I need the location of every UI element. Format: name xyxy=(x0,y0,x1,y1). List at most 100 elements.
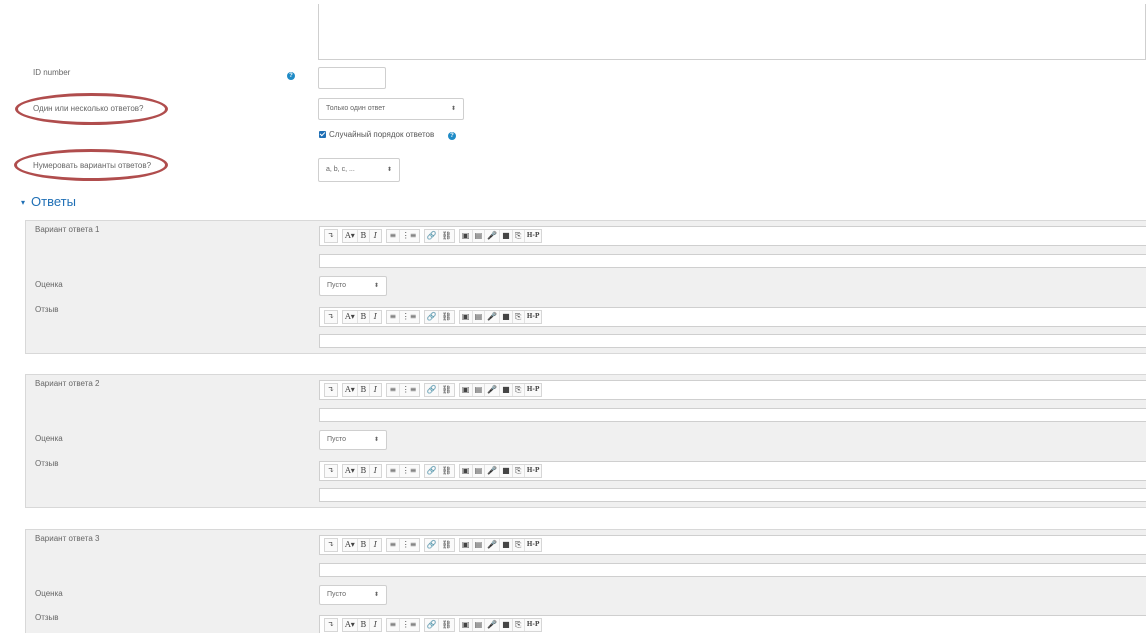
collapse-icon[interactable]: ↴ xyxy=(325,230,337,242)
media-icon[interactable]: ▤ xyxy=(471,311,485,323)
link-icon[interactable]: 🔗 xyxy=(425,384,439,396)
collapse-icon[interactable]: ↴ xyxy=(325,539,337,551)
collapse-icon[interactable]: ↴ xyxy=(325,384,337,396)
description-textarea[interactable] xyxy=(318,4,1146,60)
image-icon[interactable]: ▣ xyxy=(460,465,472,477)
h5p-icon[interactable]: H-P xyxy=(523,230,542,242)
manage-files-icon[interactable]: ⎘ xyxy=(511,465,524,477)
font-style-icon[interactable]: A▾ xyxy=(343,619,357,631)
feedback-editor[interactable] xyxy=(319,488,1146,502)
collapse-icon[interactable]: ↴ xyxy=(325,465,337,477)
answer-editor[interactable] xyxy=(319,408,1146,422)
h5p-icon[interactable]: H-P xyxy=(523,465,542,477)
video-icon[interactable]: ■ xyxy=(499,384,512,396)
id-number-input[interactable] xyxy=(318,67,386,89)
italic-icon[interactable]: I xyxy=(368,311,381,323)
microphone-icon[interactable]: 🎤 xyxy=(484,619,499,631)
font-style-icon[interactable]: A▾ xyxy=(343,465,357,477)
answer-editor[interactable] xyxy=(319,254,1146,268)
manage-files-icon[interactable]: ⎘ xyxy=(511,539,524,551)
link-icon[interactable]: 🔗 xyxy=(425,230,439,242)
image-icon[interactable]: ▣ xyxy=(460,311,472,323)
grade-select[interactable]: Пусто ⬍ xyxy=(319,430,387,450)
unordered-list-icon[interactable]: ≡ xyxy=(387,619,399,631)
video-icon[interactable]: ■ xyxy=(499,230,512,242)
microphone-icon[interactable]: 🎤 xyxy=(484,465,499,477)
manage-files-icon[interactable]: ⎘ xyxy=(511,619,524,631)
chevron-down-icon[interactable]: ▾ xyxy=(21,198,25,207)
font-style-icon[interactable]: A▾ xyxy=(343,311,357,323)
video-icon[interactable]: ■ xyxy=(499,619,512,631)
font-style-icon[interactable]: A▾ xyxy=(343,384,357,396)
single-answer-select[interactable]: Только один ответ ⬍ xyxy=(318,98,464,120)
image-icon[interactable]: ▣ xyxy=(460,230,472,242)
unlink-icon[interactable]: ⛓ xyxy=(438,384,453,396)
ordered-list-icon[interactable]: ⋮≡ xyxy=(398,384,419,396)
unordered-list-icon[interactable]: ≡ xyxy=(387,384,399,396)
manage-files-icon[interactable]: ⎘ xyxy=(511,384,524,396)
italic-icon[interactable]: I xyxy=(368,539,381,551)
feedback-editor[interactable] xyxy=(319,334,1146,348)
microphone-icon[interactable]: 🎤 xyxy=(484,230,499,242)
manage-files-icon[interactable]: ⎘ xyxy=(511,311,524,323)
bold-icon[interactable]: B xyxy=(356,619,369,631)
microphone-icon[interactable]: 🎤 xyxy=(484,384,499,396)
font-style-icon[interactable]: A▾ xyxy=(343,230,357,242)
media-icon[interactable]: ▤ xyxy=(471,384,485,396)
bold-icon[interactable]: B xyxy=(356,465,369,477)
unordered-list-icon[interactable]: ≡ xyxy=(387,230,399,242)
unlink-icon[interactable]: ⛓ xyxy=(438,230,453,242)
help-icon[interactable]: ? xyxy=(287,72,295,80)
numbering-select[interactable]: a, b, c, ... ⬍ xyxy=(318,158,400,182)
bold-icon[interactable]: B xyxy=(356,230,369,242)
video-icon[interactable]: ■ xyxy=(499,311,512,323)
unordered-list-icon[interactable]: ≡ xyxy=(387,465,399,477)
image-icon[interactable]: ▣ xyxy=(460,539,472,551)
video-icon[interactable]: ■ xyxy=(499,539,512,551)
image-icon[interactable]: ▣ xyxy=(460,384,472,396)
media-icon[interactable]: ▤ xyxy=(471,539,485,551)
font-style-icon[interactable]: A▾ xyxy=(343,539,357,551)
media-icon[interactable]: ▤ xyxy=(471,619,485,631)
ordered-list-icon[interactable]: ⋮≡ xyxy=(398,230,419,242)
italic-icon[interactable]: I xyxy=(368,384,381,396)
link-icon[interactable]: 🔗 xyxy=(425,619,439,631)
unordered-list-icon[interactable]: ≡ xyxy=(387,539,399,551)
collapse-icon[interactable]: ↴ xyxy=(325,619,337,631)
collapse-icon[interactable]: ↴ xyxy=(325,311,337,323)
ordered-list-icon[interactable]: ⋮≡ xyxy=(398,311,419,323)
media-icon[interactable]: ▤ xyxy=(471,230,485,242)
h5p-icon[interactable]: H-P xyxy=(523,384,542,396)
unlink-icon[interactable]: ⛓ xyxy=(438,311,453,323)
h5p-icon[interactable]: H-P xyxy=(523,539,542,551)
unordered-list-icon[interactable]: ≡ xyxy=(387,311,399,323)
microphone-icon[interactable]: 🎤 xyxy=(484,311,499,323)
section-title[interactable]: Ответы xyxy=(31,194,76,209)
bold-icon[interactable]: B xyxy=(356,539,369,551)
link-icon[interactable]: 🔗 xyxy=(425,311,439,323)
italic-icon[interactable]: I xyxy=(368,230,381,242)
unlink-icon[interactable]: ⛓ xyxy=(438,465,453,477)
answer-editor[interactable] xyxy=(319,563,1146,577)
media-icon[interactable]: ▤ xyxy=(471,465,485,477)
link-icon[interactable]: 🔗 xyxy=(425,539,439,551)
grade-select[interactable]: Пусто ⬍ xyxy=(319,276,387,296)
shuffle-checkbox[interactable] xyxy=(319,131,326,138)
shuffle-help-icon[interactable]: ? xyxy=(448,132,456,140)
link-icon[interactable]: 🔗 xyxy=(425,465,439,477)
ordered-list-icon[interactable]: ⋮≡ xyxy=(398,539,419,551)
ordered-list-icon[interactable]: ⋮≡ xyxy=(398,465,419,477)
italic-icon[interactable]: I xyxy=(368,465,381,477)
grade-select[interactable]: Пусто ⬍ xyxy=(319,585,387,605)
unlink-icon[interactable]: ⛓ xyxy=(438,539,453,551)
unlink-icon[interactable]: ⛓ xyxy=(438,619,453,631)
bold-icon[interactable]: B xyxy=(356,311,369,323)
ordered-list-icon[interactable]: ⋮≡ xyxy=(398,619,419,631)
h5p-icon[interactable]: H-P xyxy=(523,619,542,631)
h5p-icon[interactable]: H-P xyxy=(523,311,542,323)
image-icon[interactable]: ▣ xyxy=(460,619,472,631)
manage-files-icon[interactable]: ⎘ xyxy=(511,230,524,242)
bold-icon[interactable]: B xyxy=(356,384,369,396)
italic-icon[interactable]: I xyxy=(368,619,381,631)
video-icon[interactable]: ■ xyxy=(499,465,512,477)
